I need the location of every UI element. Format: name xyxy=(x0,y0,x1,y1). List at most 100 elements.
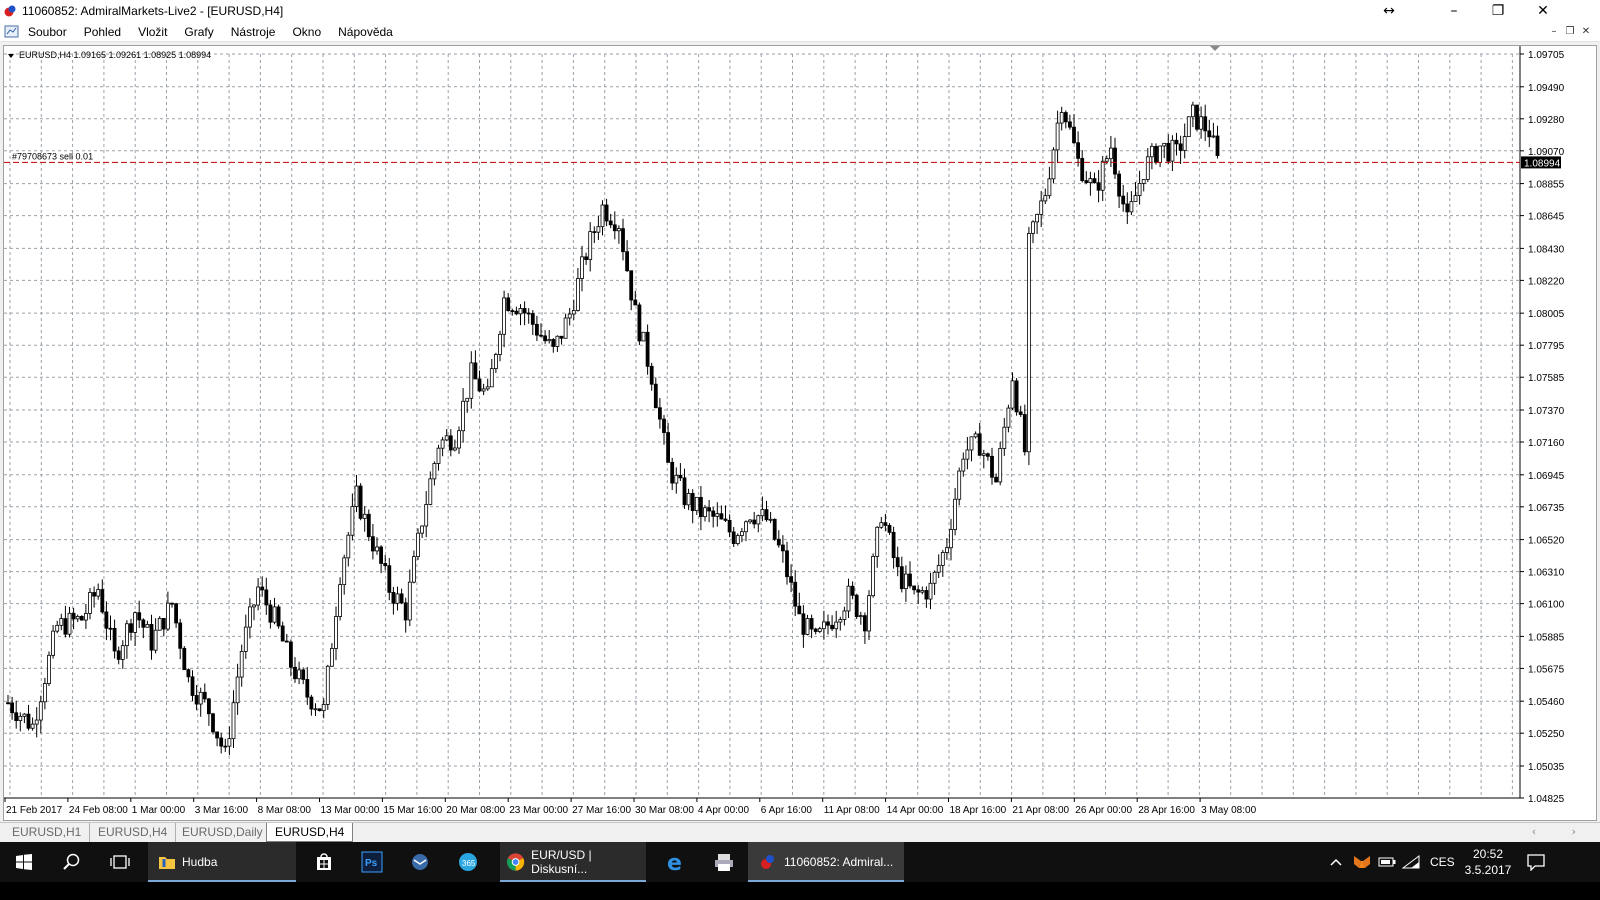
candle-body xyxy=(182,647,187,671)
candle-body xyxy=(1022,414,1027,453)
windows-icon[interactable] xyxy=(0,842,48,882)
mail-icon[interactable] xyxy=(396,842,444,882)
menu-item-nápověda[interactable]: Nápověda xyxy=(336,22,402,42)
candlestick-chart[interactable]: 1.09705 1.09490 1.09280 1.09070 1.08855 1.086… xyxy=(4,46,1598,822)
candle-body xyxy=(498,333,502,355)
candle-body xyxy=(284,640,289,643)
candle-body xyxy=(776,538,781,546)
candle-body xyxy=(617,228,621,232)
candle-body xyxy=(662,418,666,433)
candle-body xyxy=(719,513,724,520)
taskbar-app-chrome[interactable]: EUR/USD | Diskusní... xyxy=(500,842,646,882)
candle-body xyxy=(899,566,904,590)
task-view-icon[interactable] xyxy=(96,842,144,882)
candle-body xyxy=(1154,145,1158,163)
price-chart[interactable]: 1.09705 1.09490 1.09280 1.09070 1.08855 1.086… xyxy=(3,45,1597,821)
candle-body xyxy=(670,461,675,484)
search-icon[interactable] xyxy=(48,842,96,882)
candle-body xyxy=(600,204,605,228)
resize-icon[interactable]: ↔ xyxy=(1366,0,1412,22)
menu-item-pohled[interactable]: Pohled xyxy=(82,22,130,42)
chart-window-icon[interactable] xyxy=(4,24,19,39)
x-tick-label: 11 Apr 08:00 xyxy=(824,805,880,816)
tray-chevron-icon[interactable] xyxy=(1330,842,1342,882)
candle-body xyxy=(51,630,55,656)
candle-body xyxy=(530,313,535,325)
candle-body xyxy=(809,618,814,630)
candle-body xyxy=(165,602,170,630)
tab-eurusd-h4[interactable]: EURUSD,H4 xyxy=(90,823,177,842)
x-tick-label: 23 Mar 00:00 xyxy=(509,805,568,816)
trading-window: 11060852: AdmiralMarkets-Live2 - [EURUSD… xyxy=(0,0,1600,860)
clock[interactable]: 20:52 3.5.2017 xyxy=(1465,842,1512,882)
candle-body xyxy=(461,400,466,432)
notifications-icon[interactable] xyxy=(1526,842,1546,882)
candle-body xyxy=(1166,142,1171,162)
candle-body xyxy=(1113,147,1117,175)
candle-body xyxy=(612,224,617,232)
x-tick-label: 4 Apr 00:00 xyxy=(698,805,750,816)
candle-body xyxy=(256,586,261,606)
mdi-close-button[interactable]: ✕ xyxy=(1578,25,1594,39)
candle-body xyxy=(493,354,498,369)
candle-body xyxy=(1092,178,1097,184)
candle-body xyxy=(1191,104,1195,118)
candle-body xyxy=(543,335,547,342)
candle-body xyxy=(465,397,470,402)
candle-body xyxy=(658,407,662,420)
candle-body xyxy=(403,602,408,621)
candle-body xyxy=(830,624,834,630)
candle-body xyxy=(1117,173,1121,197)
y-tick-label: 1.05460 xyxy=(1528,697,1565,708)
x-tick-label: 24 Feb 08:00 xyxy=(69,805,128,816)
taskbar-app-metatrader[interactable]: 11060852: Admiral... xyxy=(748,842,904,882)
candle-body xyxy=(1178,143,1183,151)
tab-eurusd-daily[interactable]: EURUSD,Daily xyxy=(174,823,272,842)
menu-item-nástroje[interactable]: Nástroje xyxy=(229,22,285,42)
store-icon[interactable] xyxy=(300,842,348,882)
y-tick-label: 1.05035 xyxy=(1528,762,1565,773)
wifi-icon[interactable] xyxy=(1402,842,1420,882)
candle-body xyxy=(206,698,211,715)
menu-item-soubor[interactable]: Soubor xyxy=(26,22,76,42)
close-button[interactable]: ✕ xyxy=(1520,0,1566,22)
restore-button[interactable]: ❐ xyxy=(1475,0,1521,22)
candle-body xyxy=(621,228,625,253)
candle-body xyxy=(428,478,433,505)
candle-body xyxy=(1141,179,1146,184)
candle-body xyxy=(137,612,142,621)
tab-eurusd-h4-active[interactable]: EURUSD,H4 xyxy=(266,823,354,842)
menu-item-grafy[interactable]: Grafy xyxy=(182,22,222,42)
order-label: #79708673 sell 0.01 xyxy=(12,151,93,161)
tab-scroll-arrows[interactable]: ‹ › xyxy=(1532,825,1592,838)
title-bar[interactable]: 11060852: AdmiralMarkets-Live2 - [EURUSD… xyxy=(0,0,1600,22)
candle-body xyxy=(1059,112,1064,124)
mdi-minimize-button[interactable]: – xyxy=(1546,25,1562,39)
battery-icon[interactable] xyxy=(1378,842,1396,882)
candle-body xyxy=(1109,147,1113,160)
minimize-button[interactable]: – xyxy=(1431,0,1477,22)
candle-body xyxy=(129,623,133,633)
metamask-icon[interactable] xyxy=(1353,842,1371,882)
chart-header-arrow-icon[interactable] xyxy=(8,54,14,58)
candle-body xyxy=(1100,160,1105,191)
skype-icon[interactable]: 365 xyxy=(444,842,492,882)
printer-icon[interactable] xyxy=(700,842,748,882)
taskbar-app-hudba[interactable]: Hudba xyxy=(148,842,296,882)
candle-body xyxy=(1063,112,1068,123)
tab-eurusd-h1[interactable]: EURUSD,H1 xyxy=(4,823,91,842)
chart-shift-marker-icon[interactable] xyxy=(1210,46,1220,51)
menu-item-vložit[interactable]: Vložit xyxy=(136,22,176,42)
edge-icon[interactable]: e xyxy=(652,842,700,882)
candle-body xyxy=(84,612,88,621)
chart-tabs: EURUSD,H1 EURUSD,H4 EURUSD,Daily EURUSD,… xyxy=(0,822,1600,842)
candle-body xyxy=(817,628,822,632)
candle-body xyxy=(477,378,482,392)
mdi-restore-button[interactable]: ❐ xyxy=(1562,25,1578,39)
menu-item-okno[interactable]: Okno xyxy=(290,22,330,42)
language-indicator[interactable]: CES xyxy=(1430,842,1455,882)
photoshop-icon[interactable]: Ps xyxy=(348,842,396,882)
candle-body xyxy=(875,526,880,557)
y-tick-label: 1.08005 xyxy=(1528,309,1565,320)
candle-body xyxy=(231,702,236,740)
